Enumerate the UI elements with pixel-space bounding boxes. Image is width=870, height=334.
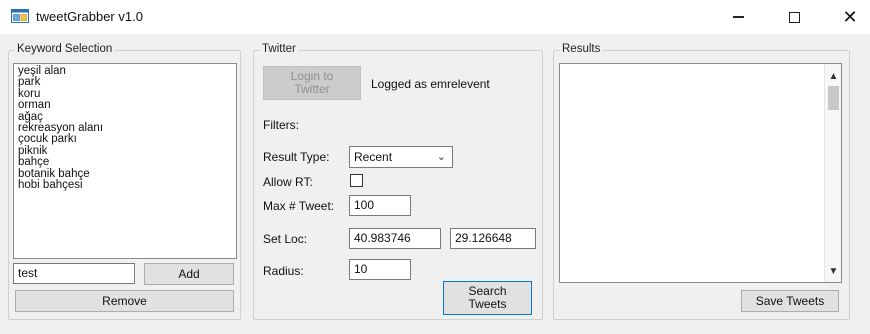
latitude-input[interactable]: 40.983746	[349, 228, 441, 249]
app-window-icon	[11, 9, 29, 23]
results-group-label: Results	[560, 43, 603, 55]
keyword-list-item[interactable]: bahçe	[18, 156, 232, 168]
close-button[interactable]: ✕	[828, 0, 870, 34]
keyword-listbox[interactable]: yeşil alan park koru orman ağaç rekreasyon al…	[13, 63, 237, 259]
keyword-list-item[interactable]: park	[18, 76, 232, 88]
title-bar: tweetGrabber v1.0 ✕	[0, 0, 870, 34]
app-window: tweetGrabber v1.0 ✕ Keyword Selection ye…	[0, 0, 870, 334]
radius-label: Radius:	[263, 264, 304, 278]
remove-button[interactable]: Remove	[15, 290, 234, 312]
logged-as-label: Logged as emrelevent	[371, 77, 490, 91]
save-tweets-button[interactable]: Save Tweets	[741, 290, 839, 312]
close-icon: ✕	[842, 6, 858, 27]
scroll-up-icon[interactable]: ▲	[825, 68, 842, 85]
results-textarea[interactable]: ▲ ▼	[559, 63, 842, 283]
keyword-list-item[interactable]: orman	[18, 99, 232, 111]
keyword-input[interactable]: test	[13, 263, 135, 284]
window-title: tweetGrabber v1.0	[36, 9, 143, 24]
result-type-label: Result Type:	[263, 150, 330, 164]
result-type-value: Recent	[354, 150, 393, 164]
results-scrollbar[interactable]: ▲ ▼	[824, 64, 841, 282]
chevron-down-icon: ⌄	[436, 151, 446, 163]
allow-rt-label: Allow RT:	[263, 175, 313, 189]
twitter-group-label: Twitter	[260, 43, 298, 55]
scroll-thumb[interactable]	[828, 86, 839, 110]
max-tweet-input[interactable]: 100	[349, 195, 411, 216]
search-tweets-button[interactable]: Search Tweets	[443, 281, 532, 315]
maximize-button[interactable]	[772, 0, 816, 34]
allow-rt-checkbox[interactable]	[350, 174, 363, 187]
keyword-list-item[interactable]: hobi bahçesi	[18, 179, 232, 191]
keyword-list-item[interactable]: piknik	[18, 145, 232, 157]
minimize-icon	[732, 16, 744, 18]
add-button[interactable]: Add	[144, 263, 234, 285]
radius-input[interactable]: 10	[349, 259, 411, 280]
set-loc-label: Set Loc:	[263, 232, 308, 246]
minimize-button[interactable]	[716, 0, 760, 34]
max-tweet-label: Max # Tweet:	[263, 199, 335, 213]
longitude-input[interactable]: 29.126648	[450, 228, 536, 249]
maximize-icon	[788, 11, 800, 23]
keyword-group-label: Keyword Selection	[15, 43, 115, 55]
login-twitter-button[interactable]: Login to Twitter	[263, 66, 361, 100]
result-type-select[interactable]: Recent ⌄	[349, 146, 453, 168]
filters-label: Filters:	[263, 118, 299, 132]
keyword-list-item[interactable]: çocuk parkı	[18, 133, 232, 145]
scroll-down-icon[interactable]: ▼	[825, 263, 842, 280]
keyword-list-item[interactable]: yeşil alan	[18, 65, 232, 77]
